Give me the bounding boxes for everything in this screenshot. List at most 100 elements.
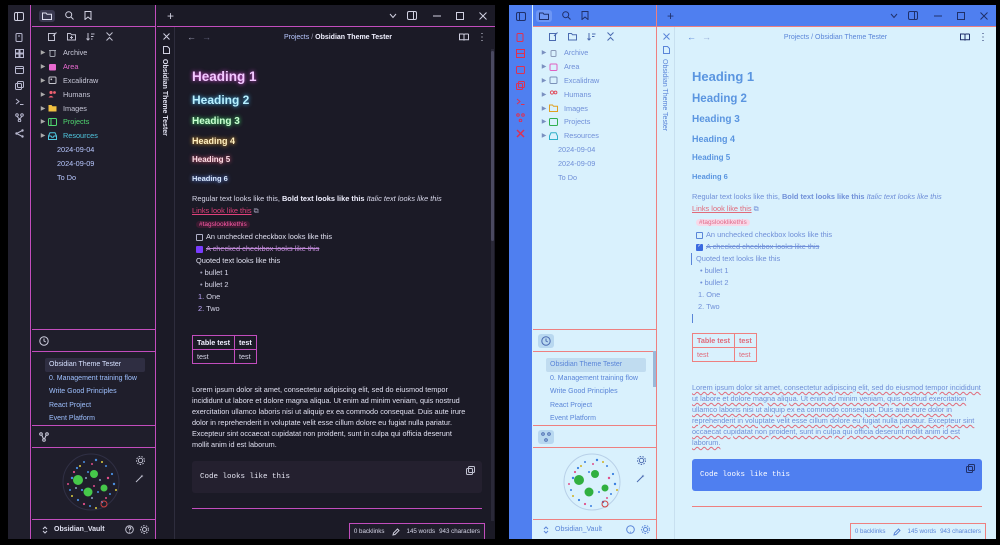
magic-wand-icon[interactable]: [636, 474, 645, 483]
backlinks-count[interactable]: 0 backlinks: [354, 528, 385, 535]
table-cell[interactable]: test: [234, 348, 257, 364]
right-sidebar-toggle-icon[interactable]: [908, 11, 918, 20]
network-icon[interactable]: [516, 129, 525, 138]
bookmark-icon[interactable]: [84, 11, 92, 20]
copy-code-icon[interactable]: [466, 465, 475, 475]
close-window-icon[interactable]: [980, 11, 988, 20]
edit-pencil-icon[interactable]: [391, 527, 400, 536]
folder-images[interactable]: ▶ Images: [539, 101, 656, 115]
calendar-icon[interactable]: [14, 65, 24, 74]
minimize-icon[interactable]: [433, 15, 441, 17]
checked-checkbox[interactable]: ✓: [696, 243, 703, 251]
bookmark-icon[interactable]: [581, 11, 589, 20]
table-cell[interactable]: test: [734, 346, 757, 362]
sidebar-toggle-icon[interactable]: [8, 5, 30, 27]
scrollbar[interactable]: [653, 351, 656, 387]
copy-code-icon[interactable]: [966, 463, 975, 473]
new-tab-icon[interactable]: +: [667, 9, 674, 23]
vault-switcher[interactable]: Obsidian_Vault: [32, 519, 155, 539]
folder-projects[interactable]: ▶ Projects: [38, 115, 155, 129]
folder-area[interactable]: ▶ Area: [38, 60, 155, 74]
files-icon[interactable]: [516, 33, 525, 42]
search-icon[interactable]: [562, 11, 571, 20]
file-2024-09-04[interactable]: 2024-09-04: [539, 143, 656, 157]
recent-file-item[interactable]: Write Good Principles: [546, 385, 646, 399]
sort-icon[interactable]: [86, 32, 95, 44]
recent-file-item[interactable]: 0. Management training flow: [546, 372, 646, 386]
folder-excalidraw[interactable]: ▶ Excalidraw: [38, 74, 155, 88]
clock-icon[interactable]: [538, 333, 554, 348]
checked-checkbox[interactable]: [196, 245, 203, 253]
magic-wand-icon[interactable]: [135, 474, 144, 483]
table-cell[interactable]: test: [691, 346, 736, 362]
forward-arrow-icon[interactable]: →: [202, 32, 211, 42]
file-to-do[interactable]: To Do: [539, 170, 656, 184]
close-window-icon[interactable]: [479, 11, 487, 20]
collapse-all-icon[interactable]: [606, 32, 615, 44]
graph-icon[interactable]: [39, 431, 49, 442]
close-tab-icon[interactable]: [163, 33, 170, 40]
file-to-do[interactable]: To Do: [38, 170, 155, 184]
recent-file-item[interactable]: React Project: [45, 399, 145, 413]
settings-gear-icon[interactable]: [641, 525, 650, 534]
minimize-icon[interactable]: [934, 15, 942, 17]
clock-icon[interactable]: [39, 335, 49, 346]
right-sidebar-toggle-icon[interactable]: [407, 11, 417, 20]
more-options-icon[interactable]: ⋮: [477, 32, 487, 43]
new-folder-icon[interactable]: [67, 32, 76, 44]
folder-tab-icon[interactable]: [536, 9, 552, 22]
more-options-icon[interactable]: ⋮: [978, 32, 988, 43]
files-icon[interactable]: [15, 33, 24, 42]
terminal-icon[interactable]: [15, 97, 24, 106]
folder-resources[interactable]: ▶ Resources: [38, 129, 155, 143]
sidebar-toggle-icon[interactable]: [509, 5, 532, 27]
recent-file-item[interactable]: React Project: [546, 399, 646, 413]
new-tab-icon[interactable]: +: [167, 9, 174, 23]
network-icon[interactable]: [14, 129, 24, 138]
maximize-icon[interactable]: [456, 11, 464, 20]
folder-area[interactable]: ▶ Area: [539, 60, 656, 74]
copy-icon[interactable]: [516, 81, 525, 90]
reading-mode-icon[interactable]: [960, 33, 970, 41]
file-2024-09-04[interactable]: 2024-09-04: [38, 143, 155, 157]
link[interactable]: Links look like this ⧉: [692, 203, 982, 216]
unchecked-checkbox[interactable]: [696, 231, 703, 239]
collapse-all-icon[interactable]: [105, 32, 114, 44]
backlinks-count[interactable]: 0 backlinks: [855, 528, 886, 535]
help-icon[interactable]: [125, 525, 134, 534]
table-cell[interactable]: test: [191, 348, 236, 364]
local-graph-view[interactable]: [32, 447, 155, 519]
help-icon[interactable]: [626, 525, 635, 534]
folder-archive[interactable]: ▶ Archive: [539, 46, 656, 60]
copy-icon[interactable]: [14, 81, 24, 90]
back-arrow-icon[interactable]: ←: [687, 32, 696, 42]
folder-excalidraw[interactable]: ▶ Excalidraw: [539, 74, 656, 88]
search-icon[interactable]: [65, 11, 74, 20]
new-folder-icon[interactable]: [568, 32, 577, 44]
table-header-cell[interactable]: Table test: [691, 332, 736, 348]
git-fork-icon[interactable]: [14, 113, 24, 122]
maximize-icon[interactable]: [957, 11, 965, 20]
new-note-icon[interactable]: [549, 32, 558, 44]
local-graph-view[interactable]: [533, 447, 656, 519]
graph-settings-icon[interactable]: [136, 456, 145, 465]
tab-list-chevron-icon[interactable]: [890, 13, 898, 19]
file-2024-09-09[interactable]: 2024-09-09: [539, 156, 656, 170]
recent-file-item[interactable]: Obsidian Theme Tester: [45, 358, 145, 372]
grid-icon[interactable]: [14, 49, 24, 58]
recent-file-item[interactable]: Obsidian Theme Tester: [546, 358, 646, 372]
file-2024-09-09[interactable]: 2024-09-09: [38, 156, 155, 170]
unchecked-checkbox[interactable]: [196, 233, 203, 241]
calendar-icon[interactable]: [516, 65, 525, 74]
grid-icon[interactable]: [516, 49, 525, 58]
folder-tab-icon[interactable]: [39, 9, 55, 22]
tag[interactable]: #tagslooklikethis: [696, 218, 750, 226]
table-header-cell[interactable]: test: [734, 332, 757, 348]
close-tab-icon[interactable]: [663, 33, 670, 40]
folder-resources[interactable]: ▶ Resources: [539, 129, 656, 143]
table-header-cell[interactable]: test: [234, 334, 257, 350]
folder-images[interactable]: ▶ Images: [38, 101, 155, 115]
table-header-cell[interactable]: Table test: [191, 334, 236, 350]
graph-settings-icon[interactable]: [637, 456, 646, 465]
reading-mode-icon[interactable]: [458, 33, 469, 41]
